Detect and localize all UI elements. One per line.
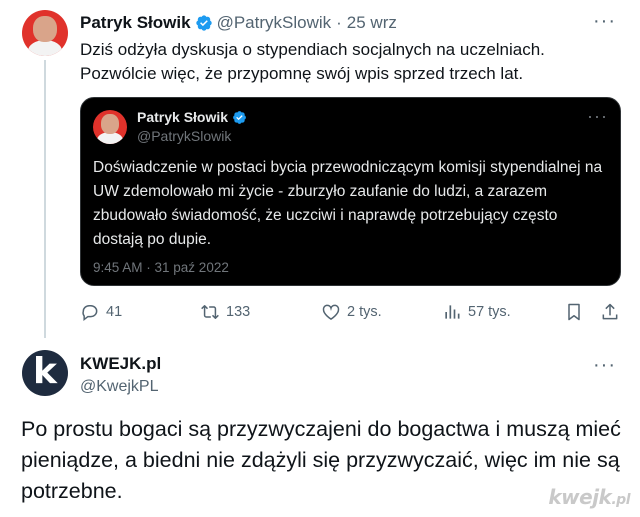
author-handle[interactable]: @PatrykSlowik bbox=[217, 13, 332, 33]
separator-dot: · bbox=[336, 13, 342, 32]
avatar-face bbox=[33, 16, 57, 42]
reply-button[interactable]: 41 bbox=[80, 302, 122, 322]
bookmark-button[interactable] bbox=[564, 302, 590, 322]
quote-text: Doświadczenie w postaci bycia przewodnic… bbox=[93, 159, 603, 248]
retweet-icon bbox=[201, 305, 219, 319]
tweet-text: Dziś odżyła dyskusja o stypendiach socja… bbox=[80, 40, 545, 83]
quote-timestamp[interactable]: 9:45 AM · 31 paź 2022 bbox=[93, 260, 229, 275]
views-button[interactable]: 57 tys. bbox=[442, 302, 511, 322]
watermark-text: kwejk bbox=[548, 485, 612, 509]
avatar[interactable] bbox=[22, 10, 68, 56]
more-icon[interactable]: ··· bbox=[587, 106, 608, 127]
author-handle[interactable]: @KwejkPL bbox=[80, 378, 159, 396]
reply-text: Po prostu bogaci są przyzwyczajeni do bo… bbox=[21, 417, 621, 503]
avatar-shirt bbox=[28, 40, 62, 56]
views-count: 57 tys. bbox=[468, 304, 511, 320]
like-icon bbox=[322, 304, 340, 320]
action-bar: 41 133 2 tys. 57 tys. bbox=[80, 302, 625, 326]
reply-tweet[interactable]: k KWEJK.pl @KwejkPL ··· Po prostu bogaci… bbox=[0, 340, 640, 517]
verified-badge-icon bbox=[233, 110, 246, 124]
avatar[interactable]: k bbox=[22, 350, 68, 396]
avatar-face bbox=[101, 114, 119, 134]
tweet-header: Patryk Słowik @PatrykSlowik · 25 wrz ··· bbox=[80, 10, 620, 34]
more-icon[interactable]: ··· bbox=[593, 354, 616, 377]
thread-line bbox=[44, 60, 46, 338]
quote-handle[interactable]: @PatrykSlowik bbox=[137, 128, 231, 144]
retweet-button[interactable]: 133 bbox=[200, 302, 250, 322]
author-name[interactable]: Patryk Słowik bbox=[80, 13, 191, 33]
reply-icon bbox=[82, 305, 98, 322]
watermark-suffix: .pl bbox=[611, 492, 630, 508]
quote-avatar[interactable] bbox=[93, 110, 127, 144]
views-icon bbox=[445, 305, 460, 319]
quoted-tweet[interactable]: Patryk Słowik @PatrykSlowik ··· Doświadc… bbox=[80, 97, 621, 286]
share-button[interactable] bbox=[600, 302, 626, 322]
quote-author-name[interactable]: Patryk Słowik bbox=[137, 109, 228, 125]
like-button[interactable]: 2 tys. bbox=[321, 302, 382, 322]
quote-author[interactable]: Patryk Słowik bbox=[137, 109, 251, 125]
avatar-letter: k bbox=[33, 351, 57, 392]
reply-count: 41 bbox=[106, 304, 123, 320]
retweet-count: 133 bbox=[226, 304, 251, 320]
author-name[interactable]: KWEJK.pl bbox=[80, 354, 161, 374]
like-count: 2 tys. bbox=[347, 304, 382, 320]
more-icon[interactable]: ··· bbox=[593, 10, 616, 33]
watermark: kwejk.pl bbox=[548, 485, 630, 509]
share-icon bbox=[602, 303, 618, 320]
bookmark-icon bbox=[568, 303, 580, 321]
verified-badge-icon bbox=[195, 15, 212, 31]
original-tweet[interactable]: Patryk Słowik @PatrykSlowik · 25 wrz ···… bbox=[0, 0, 640, 340]
tweet-date[interactable]: 25 wrz bbox=[347, 13, 397, 33]
